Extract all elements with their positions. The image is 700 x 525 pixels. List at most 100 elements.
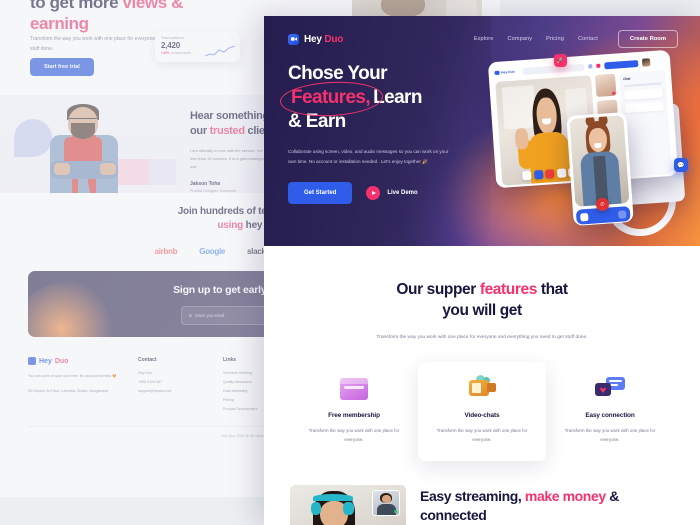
more-options-button[interactable] <box>617 209 627 219</box>
features-lead: Transform the way you work with one plac… <box>376 334 588 340</box>
hero-content: Chose Your Features, Learn & Earn Collabo… <box>264 48 700 204</box>
bg-email-placeholder: Enter you email <box>195 313 225 319</box>
photo-part <box>71 123 95 139</box>
bg-hero-heading-line1: to get more <box>30 0 119 12</box>
video-camera-icon <box>28 357 36 365</box>
decor-shape <box>150 159 176 185</box>
site-header: Hey Duo Explore Company Pricing Contact … <box>264 16 700 48</box>
brand-logo[interactable]: Hey Duo <box>288 33 343 45</box>
photo-part <box>100 163 116 175</box>
bg-footer-list: Hey Duo +008 0124 567 support@heyduo.net <box>138 369 223 396</box>
feature-title: Video-chats <box>464 412 500 420</box>
features-grid: Free membership Transform the way you wo… <box>290 362 674 462</box>
feature-card-easy-connection[interactable]: Easy connection Transform the way you wo… <box>546 362 674 461</box>
bg-stat-delta-value: +40% <box>161 51 170 55</box>
streaming-title: Easy streaming, make money & connected w… <box>420 487 674 525</box>
bg-footer-link[interactable]: Hey Duo <box>138 369 223 378</box>
live-demo-button[interactable]: Live Demo <box>366 185 418 200</box>
video-camera-icon <box>467 375 497 402</box>
foreground-page-panel: Hey Duo Explore Company Pricing Contact … <box>264 16 700 525</box>
streaming-section: Easy streaming, make money & connected w… <box>264 461 700 525</box>
nav-item-explore[interactable]: Explore <box>474 36 494 42</box>
feature-card-free-membership[interactable]: Free membership Transform the way you wo… <box>290 362 418 461</box>
create-room-button[interactable]: Create Room <box>617 30 678 48</box>
nav-item-company[interactable]: Company <box>507 36 532 42</box>
photo-part <box>69 118 97 123</box>
bg-footer-address: KB Square 3rd floor, Lalmatia, Dhaka, Ba… <box>28 389 110 394</box>
streaming-copy: Easy streaming, make money & connected w… <box>420 485 674 525</box>
features-title-accent: features <box>479 281 538 298</box>
media-person-part <box>381 495 391 503</box>
sparkline-chart <box>205 45 235 57</box>
features-title: Our supper features that you will get <box>352 280 612 322</box>
hero-title-highlight-wrap: Features, <box>279 79 384 119</box>
bg-footer-col-title: Contact <box>138 357 157 363</box>
features-section: Our supper features that you will get Tr… <box>264 246 700 462</box>
bg-stat-card: ⋮ Total audience 2,420 +40% on last mont… <box>155 32 240 62</box>
online-status-icon <box>394 510 398 514</box>
feature-text: Transform the way you work with one plac… <box>436 428 528 443</box>
bg-footer-link[interactable]: +008 0124 567 <box>138 378 223 387</box>
streaming-title-accent: make money <box>524 488 606 505</box>
bg-footer-logo-first: Hey <box>39 357 52 365</box>
bg-testimonial-heading-l2a: our <box>190 124 207 137</box>
chat-bubbles-icon <box>595 376 625 402</box>
feature-title: Easy connection <box>585 412 635 420</box>
brand-logo-slack: slack <box>247 247 266 256</box>
envelope-icon: ✉ <box>188 313 193 319</box>
media-person-part <box>343 502 354 515</box>
bg-testimonial-photo <box>38 101 130 193</box>
bg-testimonial-heading-accent: trusted <box>209 124 245 137</box>
hero-title: Chose Your Features, Learn & Earn <box>279 62 478 133</box>
bg-hero-heading: to get more views & earning <box>30 0 260 35</box>
hero-section: Hey Duo Explore Company Pricing Contact … <box>264 16 700 246</box>
nav-item-pricing[interactable]: Pricing <box>546 36 564 42</box>
streaming-title-p1: Easy streaming, <box>420 488 522 505</box>
hero-description: Collaborate using screen, video, and aud… <box>288 149 449 164</box>
primary-nav: Explore Company Pricing Contact Create R… <box>474 30 678 48</box>
media-person-part <box>310 502 322 515</box>
brand-name-first: Hey <box>304 33 322 45</box>
hero-actions: Get Started Live Demo <box>288 181 478 204</box>
bg-stat-label: Total audience <box>161 36 185 40</box>
video-camera-icon <box>288 33 299 45</box>
features-title-p2: that <box>540 281 568 298</box>
bg-footer-link[interactable]: support@heyduo.net <box>138 387 223 396</box>
brand-logo-airbnb: airbnb <box>154 247 178 256</box>
live-demo-label: Live Demo <box>387 189 418 196</box>
bg-footer-logo-second: Duo <box>54 357 69 365</box>
media-person-part <box>313 494 353 502</box>
headphones-video-call <box>290 485 406 525</box>
photo-part <box>54 163 70 175</box>
bg-hero-heading-accent: views & <box>122 0 184 12</box>
brand-name-second: Duo <box>324 33 344 45</box>
bg-brands-heading-p2: using <box>217 220 244 231</box>
camera-button[interactable] <box>580 212 589 221</box>
bg-footer-contact-col: Contact Hey Duo +008 0124 567 support@he… <box>138 357 223 414</box>
get-started-button[interactable]: Get Started <box>288 181 353 204</box>
circle-annotation-icon <box>279 79 384 119</box>
brand-name: Hey Duo <box>304 34 343 45</box>
feature-text: Transform the way you work with one plac… <box>564 428 656 443</box>
features-title-line2: you will get <box>442 301 522 319</box>
bg-hero-heading-line2: earning <box>30 14 89 34</box>
hero-copy: Chose Your Features, Learn & Earn Collabo… <box>279 62 478 204</box>
features-title-p1: Our supper <box>396 281 476 298</box>
photo-part <box>64 137 102 163</box>
feature-title: Free membership <box>328 412 380 420</box>
membership-card-icon <box>339 376 369 402</box>
chat-icon: 💬 <box>674 158 688 172</box>
rocket-icon: 🚀 <box>554 54 567 67</box>
picture-in-picture-tile <box>372 489 401 517</box>
bg-start-free-trial-button[interactable]: Start free trial <box>30 58 94 76</box>
bg-footer-about-col: Hey Duo You can work on your own time. No… <box>28 357 138 414</box>
brand-logo-google: Google <box>199 247 226 256</box>
feature-text: Transform the way you work with one plac… <box>308 428 400 443</box>
bg-footer-about: You can work on your own time. No accoun… <box>28 374 117 378</box>
play-icon <box>366 185 381 200</box>
feature-card-video-chats[interactable]: Video-chats Transform the way you work w… <box>418 362 546 462</box>
more-vertical-icon[interactable]: ⋮ <box>230 35 235 40</box>
nav-item-contact[interactable]: Contact <box>578 36 598 42</box>
bg-footer-logo[interactable]: Hey Duo <box>28 357 138 365</box>
media-person-part <box>376 503 396 516</box>
